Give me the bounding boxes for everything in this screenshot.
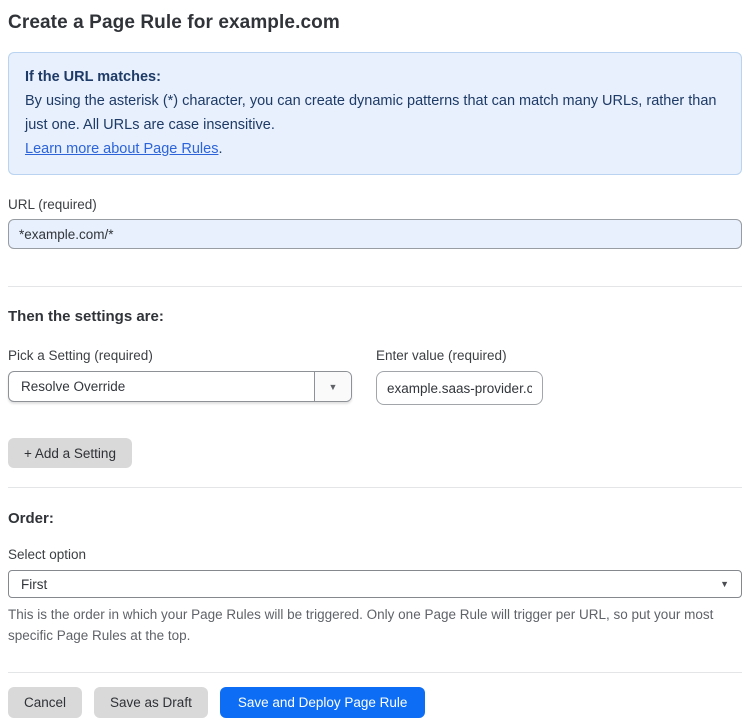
url-match-info-box: If the URL matches: By using the asteris… (8, 52, 742, 175)
order-select[interactable]: First ▼ (8, 570, 742, 598)
setting-value-input[interactable] (376, 371, 543, 405)
info-box-link-line: Learn more about Page Rules. (25, 137, 725, 161)
order-select-label: Select option (8, 547, 87, 562)
settings-row: Pick a Setting (required) Resolve Overri… (8, 326, 742, 405)
save-as-draft-button[interactable]: Save as Draft (94, 687, 208, 718)
link-period: . (218, 141, 223, 157)
setting-select-column: Pick a Setting (required) Resolve Overri… (8, 326, 352, 402)
chevron-down-icon: ▼ (328, 381, 338, 392)
setting-select-arrow-button[interactable]: ▼ (314, 372, 351, 401)
setting-select[interactable]: Resolve Override ▼ (8, 371, 352, 402)
url-input[interactable] (8, 219, 742, 249)
url-label: URL (required) (8, 197, 97, 212)
order-select-value: First (21, 576, 48, 592)
learn-more-link[interactable]: Learn more about Page Rules (25, 141, 218, 157)
cancel-button[interactable]: Cancel (8, 687, 83, 718)
setting-select-value: Resolve Override (21, 379, 126, 394)
order-section-heading: Order: (8, 510, 54, 527)
setting-value-label: Enter value (required) (376, 348, 507, 363)
divider (8, 672, 742, 673)
settings-section-heading: Then the settings are: (8, 308, 164, 325)
footer-actions: Cancel Save as Draft Save and Deploy Pag… (8, 687, 742, 718)
divider (8, 286, 742, 287)
page-title: Create a Page Rule for example.com (8, 12, 340, 33)
order-help-text: This is the order in which your Page Rul… (8, 607, 714, 643)
setting-value-column: Enter value (required) (376, 326, 543, 405)
add-setting-button[interactable]: + Add a Setting (8, 438, 132, 468)
setting-select-label: Pick a Setting (required) (8, 348, 153, 363)
info-box-heading: If the URL matches: (25, 69, 161, 85)
save-and-deploy-button[interactable]: Save and Deploy Page Rule (219, 687, 426, 718)
divider (8, 487, 742, 488)
info-box-body: By using the asterisk (*) character, you… (25, 93, 717, 133)
chevron-down-icon: ▼ (720, 579, 729, 589)
